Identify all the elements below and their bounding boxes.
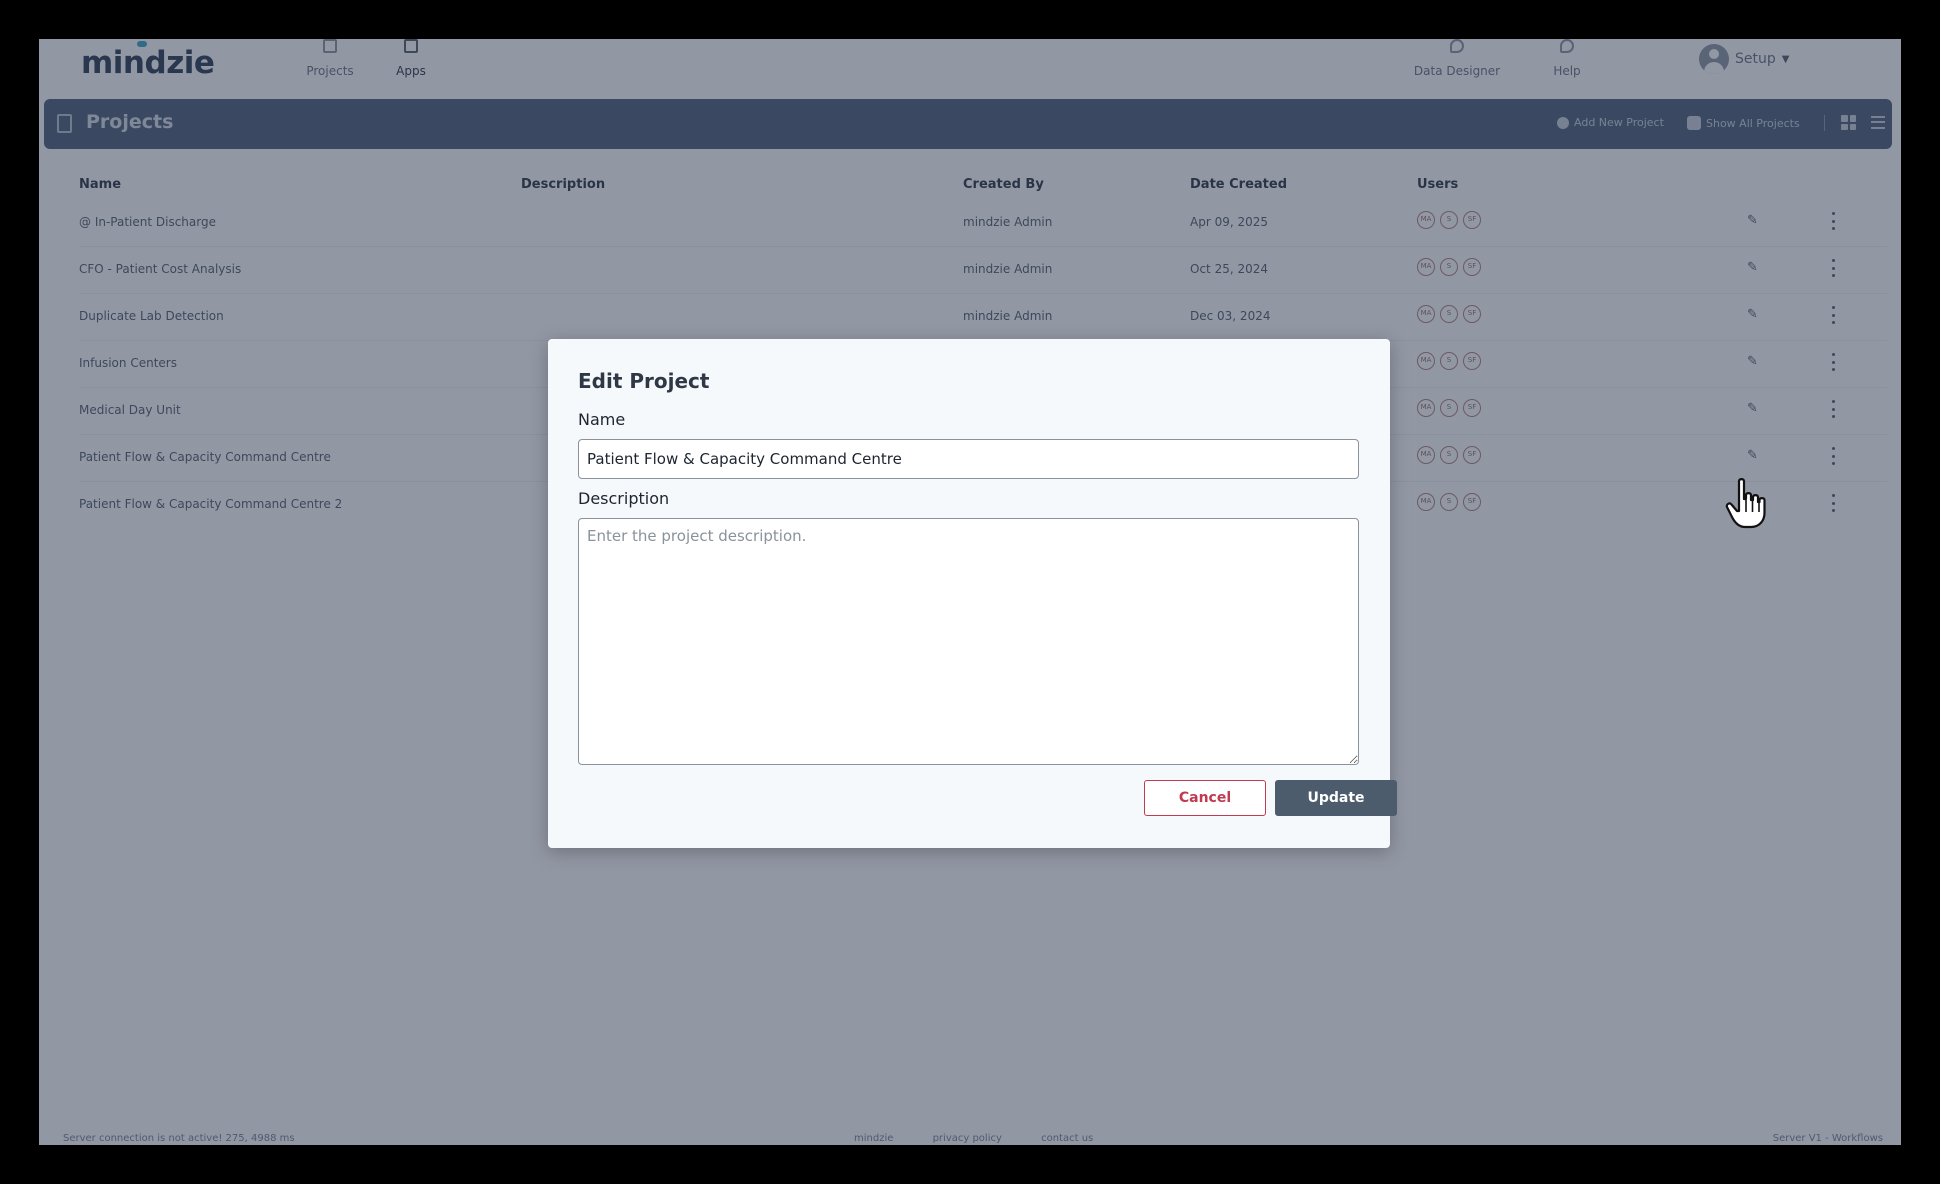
edit-project-dialog: Edit Project Name Description Cancel Upd… [548, 339, 1397, 848]
dialog-title: Edit Project [578, 369, 710, 393]
app-viewport: mindzie Projects Apps Data Designer Help… [39, 39, 1901, 1145]
name-label: Name [578, 410, 626, 429]
cancel-button[interactable]: Cancel [1144, 780, 1266, 816]
project-name-input[interactable] [578, 439, 1359, 479]
project-description-input[interactable] [578, 518, 1359, 765]
update-button[interactable]: Update [1275, 780, 1397, 816]
description-label: Description [578, 489, 670, 508]
hand-cursor-icon [1725, 478, 1766, 529]
